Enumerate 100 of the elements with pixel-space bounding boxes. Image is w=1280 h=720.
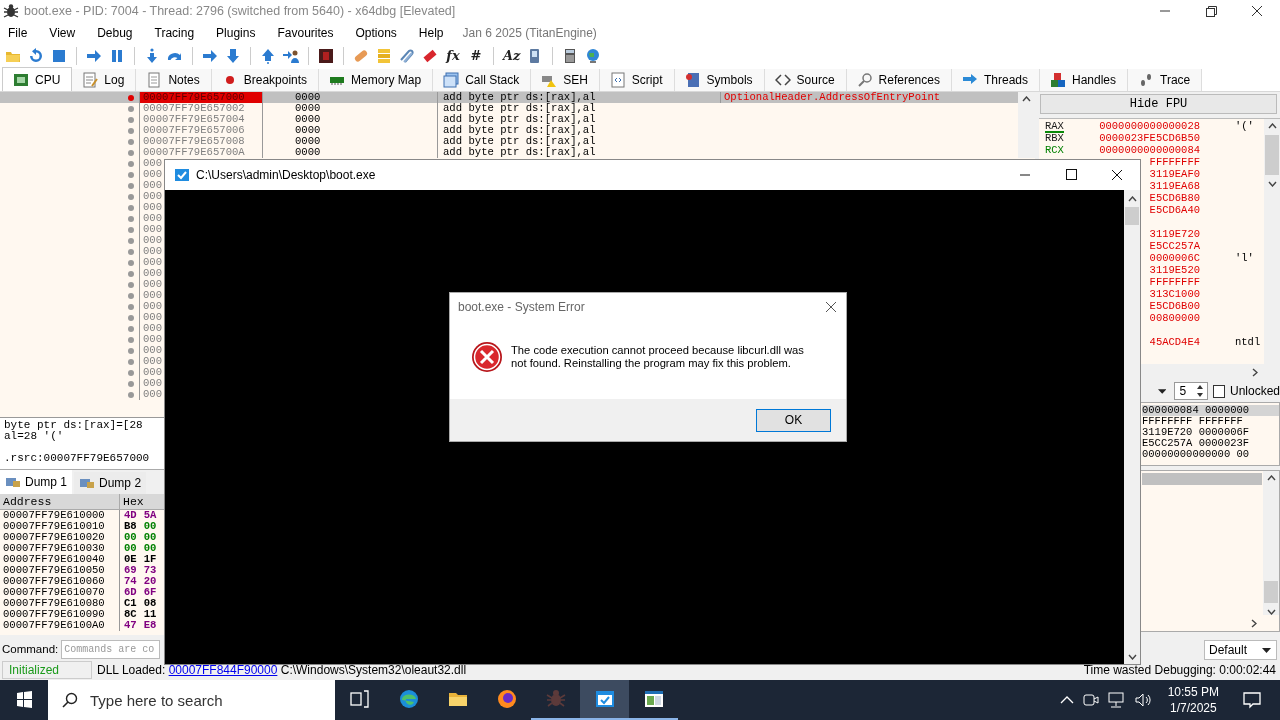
register-value[interactable]: 0000006C: [1149, 252, 1200, 264]
register-value[interactable]: FFFFFFFF: [1149, 276, 1200, 288]
menu-item[interactable]: View: [49, 25, 76, 40]
register-value[interactable]: 45ACD4E4: [1149, 336, 1200, 348]
scroll-thumb[interactable]: [1264, 581, 1278, 603]
right-arrow-icon[interactable]: [202, 47, 218, 64]
menu-item[interactable]: Favourites: [277, 25, 334, 40]
register-name[interactable]: RAX: [1045, 121, 1064, 133]
scroll-right-icon[interactable]: [1251, 618, 1257, 628]
down-arrow-icon[interactable]: [225, 47, 241, 64]
tab[interactable]: Dump 1: [0, 470, 73, 494]
tab[interactable]: SEH: [531, 69, 600, 91]
argument-row[interactable]: 00000000000000 00: [1142, 449, 1279, 460]
scrollbar[interactable]: [1018, 92, 1035, 158]
register-value[interactable]: 3119E720: [1149, 228, 1200, 240]
scroll-up-icon[interactable]: [1267, 123, 1277, 129]
lock-checkbox[interactable]: [1212, 384, 1225, 398]
scroll-up-icon[interactable]: [1266, 475, 1276, 481]
address-link[interactable]: 00007FF844F90000: [168, 663, 278, 677]
breakpoint-dot[interactable]: [128, 325, 134, 332]
breakpoint-dot[interactable]: [128, 303, 134, 310]
tab[interactable]: Log: [72, 69, 137, 91]
menu-item[interactable]: Tracing: [154, 25, 195, 40]
breakpoint-dot[interactable]: [128, 237, 134, 244]
breakpoint-dot[interactable]: [128, 314, 134, 321]
breakpoint-dot[interactable]: [128, 391, 134, 398]
menu-item[interactable]: File: [8, 25, 28, 40]
argument-row[interactable]: FFFFFFFF FFFFFFF: [1142, 416, 1279, 427]
down-arrow-icon[interactable]: [144, 47, 160, 64]
tab[interactable]: Memory Map: [319, 69, 434, 91]
toolbar-button[interactable]: fx: [445, 48, 461, 63]
menu-item[interactable]: Help: [418, 25, 444, 40]
scroll-right-icon[interactable]: [1252, 367, 1258, 377]
breakpoint-dot[interactable]: [128, 215, 134, 222]
right-arrow-icon[interactable]: [86, 47, 102, 64]
ok-button[interactable]: OK: [756, 408, 831, 432]
camera-icon[interactable]: [1082, 692, 1099, 708]
tab[interactable]: Threads: [951, 69, 1040, 91]
scrollbar[interactable]: [1124, 190, 1140, 664]
toolbar-button[interactable]: Az: [503, 48, 521, 63]
scroll-thumb[interactable]: [1125, 207, 1139, 225]
breakpoint-dot[interactable]: [128, 336, 134, 343]
register-name[interactable]: RBX: [1045, 133, 1064, 145]
hide-fpu-button[interactable]: Hide FPU: [1040, 94, 1277, 114]
tab[interactable]: Source: [764, 69, 847, 91]
tab[interactable]: CPU: [2, 67, 73, 91]
toolbar-button[interactable]: #: [468, 48, 484, 63]
breakpoint-dot[interactable]: [128, 259, 134, 266]
pause-icon[interactable]: [109, 47, 125, 64]
paperclip-icon[interactable]: [399, 47, 415, 64]
register-value[interactable]: E5CC257A: [1149, 240, 1200, 252]
register-value[interactable]: 0000023FE5CD6B50: [1099, 132, 1200, 144]
breakpoint-dot[interactable]: [128, 226, 134, 233]
menu-item[interactable]: Plugins: [216, 25, 256, 40]
breakpoint-dot[interactable]: [128, 94, 134, 101]
tab[interactable]: Notes: [136, 69, 212, 91]
menu-item[interactable]: Debug: [97, 25, 133, 40]
dropdown-arrow-icon[interactable]: [1158, 388, 1167, 394]
breakpoint-dot[interactable]: [128, 347, 134, 354]
scroll-down-icon[interactable]: [1267, 181, 1277, 187]
argument-row[interactable]: 3119E720 0000006F: [1142, 427, 1279, 438]
register-value[interactable]: 313C1000: [1149, 288, 1200, 300]
tab[interactable]: Call Stack: [433, 69, 532, 91]
breakpoint-dot[interactable]: [128, 281, 134, 288]
tab[interactable]: Breakpoints: [211, 69, 320, 91]
register-value[interactable]: E5CD6B00: [1149, 300, 1200, 312]
breakpoint-dot[interactable]: [128, 204, 134, 211]
scroll-up-icon[interactable]: [1022, 96, 1031, 102]
notification-icon[interactable]: [1242, 690, 1262, 710]
scroll-thumb[interactable]: [1265, 135, 1279, 175]
clock-time[interactable]: 10:55 PM: [1167, 684, 1219, 700]
spinner-arrows-icon[interactable]: [1194, 383, 1205, 399]
tab[interactable]: Symbols: [674, 69, 765, 91]
register-value[interactable]: FFFFFFFF: [1149, 156, 1200, 168]
tab[interactable]: Script: [599, 69, 675, 91]
register-value[interactable]: 00800000: [1149, 312, 1200, 324]
breakpoint-dot[interactable]: [128, 182, 134, 189]
breakpoint-dot[interactable]: [128, 358, 134, 365]
taskbar-button[interactable]: [580, 680, 629, 720]
breakpoint-dot[interactable]: [128, 149, 134, 156]
tab[interactable]: References: [846, 69, 952, 91]
register-value[interactable]: 3119EA68: [1149, 180, 1200, 192]
column-header[interactable]: Address: [0, 494, 120, 509]
breakpoint-dot[interactable]: [128, 116, 134, 123]
globe-icon[interactable]: [585, 47, 602, 64]
scroll-up-icon[interactable]: [1127, 196, 1137, 202]
register-value[interactable]: E5CD6B80: [1149, 192, 1200, 204]
up-arrow-icon[interactable]: [260, 47, 276, 64]
chevron-up-icon[interactable]: [1059, 695, 1074, 705]
scrollbar[interactable]: [1263, 471, 1279, 615]
breakpoint-dot[interactable]: [128, 380, 134, 387]
command-field[interactable]: Commands are co: [61, 639, 161, 659]
register-value[interactable]: 3119E520: [1149, 264, 1200, 276]
network-icon[interactable]: [1107, 692, 1126, 708]
column-header[interactable]: Hex: [120, 494, 144, 509]
argument-row[interactable]: E5CC257A 0000023F: [1142, 438, 1279, 449]
close-icon[interactable]: [825, 301, 837, 313]
tab[interactable]: Trace: [1128, 69, 1203, 91]
tab[interactable]: Dump 2: [74, 472, 147, 494]
breakpoint-dot[interactable]: [128, 292, 134, 299]
